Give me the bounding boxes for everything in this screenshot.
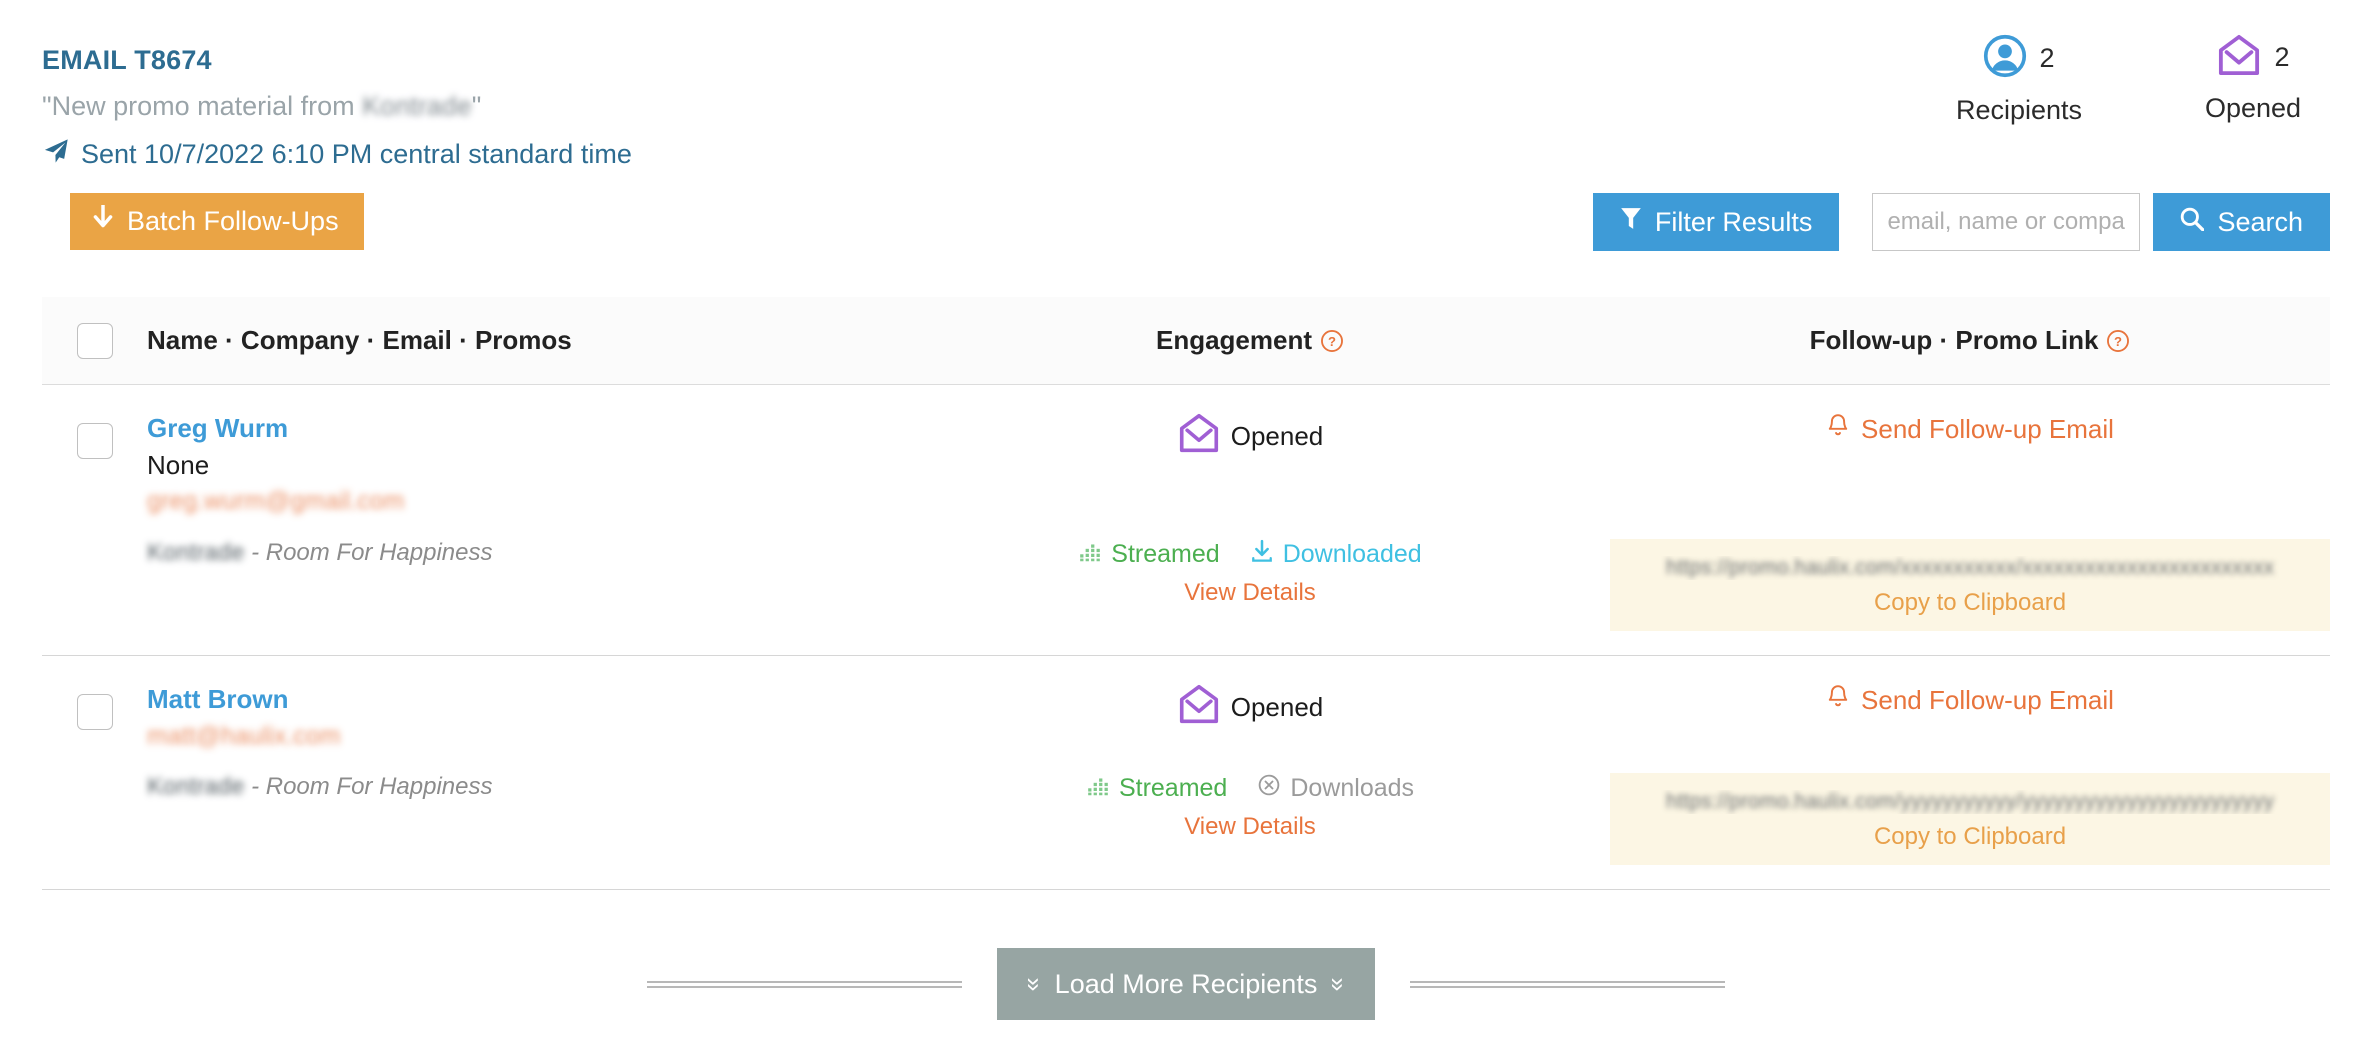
followup-header-label: Follow-up · Promo Link xyxy=(1809,325,2099,355)
engagement-status: Opened xyxy=(890,684,1610,731)
subject-prefix: "New promo material from xyxy=(42,90,363,121)
stat-recipients: 2 Recipients xyxy=(1944,34,2094,126)
batch-follow-ups-button[interactable]: Batch Follow-Ups xyxy=(70,193,364,250)
search-button-label: Search xyxy=(2217,206,2303,237)
filter-results-label: Filter Results xyxy=(1654,206,1813,237)
bell-icon xyxy=(1826,684,1850,717)
double-chevron-down-icon: » xyxy=(1020,977,1049,991)
recipients-label: Recipients xyxy=(1955,95,2083,125)
email-subject: "New promo material from Kontrade" xyxy=(42,90,632,122)
promo-link-url-redacted: https://promo.haulix.com/xxxxxxxxxxx/xxx… xyxy=(1666,555,2274,579)
no-downloads-indicator: Downloads xyxy=(1257,773,1414,804)
svg-text:?: ? xyxy=(2114,334,2122,349)
row-select-checkbox[interactable] xyxy=(76,423,113,459)
recipient-email-redacted: greg.wurm@gmail.com xyxy=(147,487,405,516)
search-input[interactable] xyxy=(1872,193,2141,251)
send-follow-up-email-label: Send Follow-up Email xyxy=(1861,684,2114,715)
opened-count: 2 xyxy=(2274,42,2290,72)
downloaded-indicator[interactable]: Downloaded xyxy=(1250,539,1422,570)
open-envelope-icon xyxy=(1177,684,1221,731)
arrow-down-icon xyxy=(92,203,114,238)
opened-label: Opened xyxy=(2204,93,2302,123)
select-all-checkbox[interactable] xyxy=(76,322,113,359)
funnel-icon xyxy=(1620,207,1642,238)
paper-plane-icon xyxy=(42,137,70,172)
promo-title: Kontrade - Room For Happiness xyxy=(147,539,890,568)
engagement-status-label: Opened xyxy=(1230,691,1324,722)
promo-title: Kontrade - Room For Happiness xyxy=(147,773,890,802)
send-follow-up-email-label: Send Follow-up Email xyxy=(1861,414,2114,444)
send-follow-up-email-button[interactable]: Send Follow-up Email xyxy=(1826,413,2114,446)
recipients-count: 2 xyxy=(2039,43,2055,73)
promo-link-box: https://promo.haulix.com/xxxxxxxxxxx/xxx… xyxy=(1610,538,2330,631)
promo-link-box: https://promo.haulix.com/yyyyyyyyyyy/yyy… xyxy=(1610,773,2330,866)
table-row: Greg Wurm None greg.wurm@gmail.com Opene… xyxy=(42,385,2330,656)
engagement-status-label: Opened xyxy=(1230,421,1324,451)
question-circle-icon[interactable]: ? xyxy=(1320,329,1344,353)
results-toolbar: Filter Results Search xyxy=(1592,193,2330,251)
table-header-row: Name · Company · Email · Promos Engageme… xyxy=(42,297,2330,385)
recipients-table: Name · Company · Email · Promos Engageme… xyxy=(42,297,2330,891)
divider-right xyxy=(1410,980,1726,988)
campaign-stats: 2 Recipients 2 Opened xyxy=(1944,34,2328,126)
downloaded-label: Downloaded xyxy=(1282,539,1422,568)
load-more-recipients-button[interactable]: » Load More Recipients » xyxy=(996,948,1376,1020)
load-more-section: » Load More Recipients » xyxy=(0,948,2372,1020)
row-select-checkbox[interactable] xyxy=(76,693,113,730)
recipient-email[interactable]: greg.wurm@gmail.com xyxy=(147,486,890,517)
engagement-status: Opened xyxy=(890,413,1610,460)
engagement-header-label: Engagement xyxy=(1155,325,1313,355)
column-header-engagement: Engagement ? xyxy=(1156,325,1344,356)
user-circle-icon xyxy=(1983,34,2027,83)
subject-suffix: " xyxy=(471,90,482,121)
x-circle-icon xyxy=(1257,773,1281,804)
stat-opened: 2 Opened xyxy=(2178,34,2328,126)
promo-title-text: - Room For Happiness xyxy=(251,538,493,566)
promo-link-url-redacted: https://promo.haulix.com/yyyyyyyyyyy/yyy… xyxy=(1666,790,2274,814)
question-circle-icon[interactable]: ? xyxy=(2106,329,2130,353)
copy-to-clipboard-link[interactable]: Copy to Clipboard xyxy=(1610,823,2330,851)
magnifier-icon xyxy=(2180,207,2205,238)
promo-artist-redacted: Kontrade xyxy=(147,538,245,566)
subject-redacted-sender: Kontrade xyxy=(362,90,472,121)
double-chevron-down-icon: » xyxy=(1324,977,1353,991)
open-envelope-icon xyxy=(2216,34,2262,81)
recipient-name-link[interactable]: Matt Brown xyxy=(147,684,890,716)
view-details-link[interactable]: View Details xyxy=(890,813,1610,841)
sent-timestamp: Sent 10/7/2022 6:10 PM central standard … xyxy=(42,137,632,172)
send-follow-up-email-button[interactable]: Send Follow-up Email xyxy=(1826,684,2114,717)
recipient-name-link[interactable]: Greg Wurm xyxy=(147,413,890,445)
equalizer-icon xyxy=(1078,539,1102,570)
svg-text:?: ? xyxy=(1328,334,1336,349)
email-campaign-report-page: EMAIL T8674 "New promo material from Kon… xyxy=(0,0,2372,1054)
view-details-link[interactable]: View Details xyxy=(890,579,1610,607)
column-header-name: Name · Company · Email · Promos xyxy=(147,325,572,355)
page-title: EMAIL T8674 xyxy=(42,45,212,75)
column-header-followup: Follow-up · Promo Link ? xyxy=(1810,325,2131,356)
streamed-label: Streamed xyxy=(1118,774,1228,803)
recipient-email-redacted: matt@haulix.com xyxy=(147,721,341,750)
bell-icon xyxy=(1826,413,1850,446)
campaign-header: EMAIL T8674 "New promo material from Kon… xyxy=(42,45,632,172)
equalizer-icon xyxy=(1086,773,1110,804)
promo-title-text: - Room For Happiness xyxy=(251,773,493,801)
download-icon xyxy=(1250,539,1274,570)
promo-artist-redacted: Kontrade xyxy=(147,773,245,801)
filter-results-button[interactable]: Filter Results xyxy=(1592,193,1840,251)
divider-left xyxy=(646,980,962,988)
recipient-email[interactable]: matt@haulix.com xyxy=(147,721,890,752)
streamed-indicator: Streamed xyxy=(1086,773,1227,804)
open-envelope-icon xyxy=(1177,413,1221,460)
sent-text: Sent 10/7/2022 6:10 PM central standard … xyxy=(81,138,632,169)
table-row: Matt Brown matt@haulix.com Opened Send F… xyxy=(42,656,2330,891)
search-button[interactable]: Search xyxy=(2153,193,2330,251)
load-more-label: Load More Recipients xyxy=(1054,968,1318,999)
streamed-indicator: Streamed xyxy=(1078,539,1220,570)
recipient-company: None xyxy=(147,449,210,480)
no-downloads-label: Downloads xyxy=(1290,774,1415,803)
streamed-label: Streamed xyxy=(1111,539,1220,568)
batch-follow-ups-label: Batch Follow-Ups xyxy=(127,206,339,236)
copy-to-clipboard-link[interactable]: Copy to Clipboard xyxy=(1610,589,2330,617)
